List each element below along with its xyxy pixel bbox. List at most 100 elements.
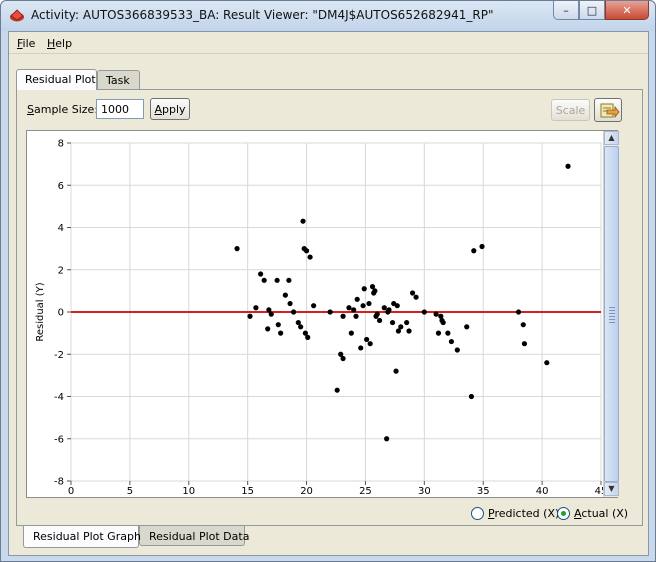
data-point (274, 277, 280, 283)
y-tick-label: 4 (58, 223, 64, 234)
apply-button[interactable]: Apply (150, 98, 190, 120)
data-point (421, 309, 427, 315)
predicted-x-option[interactable]: Predicted (X) (471, 507, 559, 520)
data-point (307, 254, 313, 260)
data-point (398, 324, 404, 330)
close-icon: ✕ (622, 3, 632, 17)
data-point (275, 322, 281, 328)
data-point (448, 338, 455, 345)
x-tick-label: 5 (127, 486, 133, 497)
data-point (406, 328, 412, 334)
data-point (253, 305, 259, 311)
data-point (515, 309, 522, 315)
window-title: Activity: AUTOS366839533_BA: Result View… (31, 8, 494, 22)
data-point (265, 326, 271, 332)
residual-scatter-plot: 0 5 10 15 20 25 30 35 40 45 -8 -6 -4 -2 0 2 4 6 8 Residual … (35, 139, 603, 498)
y-tick-label: -8 (54, 477, 64, 488)
maximize-icon: □ (586, 3, 598, 17)
data-point (311, 303, 317, 309)
predicted-radio[interactable] (471, 507, 484, 520)
x-tick-label: 0 (68, 486, 74, 497)
maximize-button[interactable]: □ (579, 1, 605, 20)
x-tick-label: 15 (241, 486, 254, 497)
plot-vertical-scrollbar[interactable]: ▲ ▼ (603, 131, 619, 497)
x-tick-label: 40 (536, 486, 549, 497)
x-tick-label: 10 (182, 486, 195, 497)
y-tick-label: -4 (54, 392, 64, 403)
minimize-icon: – (563, 3, 569, 17)
x-tick-label: 20 (300, 486, 313, 497)
x-tick-label: 25 (359, 486, 372, 497)
data-point (358, 345, 364, 351)
data-point (565, 163, 571, 169)
data-point (409, 290, 416, 296)
scroll-down-arrow-icon[interactable]: ▼ (604, 482, 619, 496)
data-point (334, 387, 340, 393)
residual-plot-chart: 0 5 10 15 20 25 30 35 40 45 -8 -6 -4 -2 0 2 4 6 8 Residual … (26, 130, 619, 498)
sample-size-input[interactable] (96, 99, 144, 119)
menu-bar: File Help (9, 32, 648, 54)
app-logo-icon (10, 9, 24, 22)
data-point (286, 277, 292, 283)
data-point (305, 334, 311, 340)
data-point (372, 288, 378, 294)
data-point (464, 324, 470, 330)
data-point (393, 368, 399, 374)
data-point (282, 292, 288, 298)
x-tick-label: 45 (595, 486, 603, 497)
tab-task[interactable]: Task (97, 70, 140, 89)
y-tick-label: -2 (54, 350, 64, 361)
data-point (454, 347, 460, 353)
result-viewer-window: Activity: AUTOS366839533_BA: Result View… (0, 0, 656, 562)
data-point (435, 330, 442, 336)
tab-residual-plot-graph[interactable]: Residual Plot Graph (23, 526, 141, 548)
menu-help[interactable]: Help (47, 37, 72, 50)
data-point (374, 311, 380, 317)
data-point (364, 336, 370, 343)
data-point (354, 296, 360, 302)
data-point (386, 307, 392, 313)
minimize-button[interactable]: – (553, 1, 579, 20)
data-point (327, 309, 333, 315)
tab-residual-plot-data[interactable]: Residual Plot Data (139, 526, 249, 546)
title-bar[interactable]: Activity: AUTOS366839533_BA: Result View… (1, 1, 655, 31)
sample-size-label: Sample Size: (27, 103, 99, 116)
grip-icon (609, 307, 615, 323)
data-point (303, 248, 310, 254)
actual-x-option[interactable]: Actual (X) (557, 507, 628, 520)
close-button[interactable]: ✕ (605, 1, 649, 20)
window-client-area: File Help Residual Plot Task Sample Size… (8, 31, 649, 556)
y-axis-label: Residual (Y) (35, 282, 46, 341)
data-point (287, 300, 293, 307)
menu-file[interactable]: File (17, 37, 35, 50)
export-button[interactable] (594, 98, 622, 122)
data-point (346, 305, 352, 311)
data-point (353, 313, 359, 319)
data-point (360, 303, 366, 309)
data-point (376, 317, 383, 324)
scale-button[interactable]: Scale (551, 99, 590, 121)
scroll-thumb[interactable] (604, 146, 619, 482)
data-point (278, 330, 284, 336)
data-point (340, 313, 346, 319)
data-point (300, 218, 306, 224)
data-point (394, 303, 400, 309)
data-point (404, 319, 410, 326)
data-point (348, 330, 354, 336)
data-point (351, 307, 357, 313)
tab-residual-plot[interactable]: Residual Plot (16, 69, 97, 90)
data-point (520, 322, 526, 328)
data-point (261, 277, 267, 283)
data-point (247, 313, 253, 319)
data-point (544, 360, 550, 366)
data-point (258, 271, 264, 277)
x-tick-label: 35 (477, 486, 490, 497)
actual-radio[interactable] (557, 507, 570, 520)
x-tick-label: 30 (418, 486, 431, 497)
data-point (366, 300, 372, 307)
data-point (468, 393, 475, 400)
data-point (234, 246, 240, 252)
scroll-up-arrow-icon[interactable]: ▲ (604, 131, 619, 145)
data-point (521, 341, 528, 347)
data-point (389, 319, 396, 326)
